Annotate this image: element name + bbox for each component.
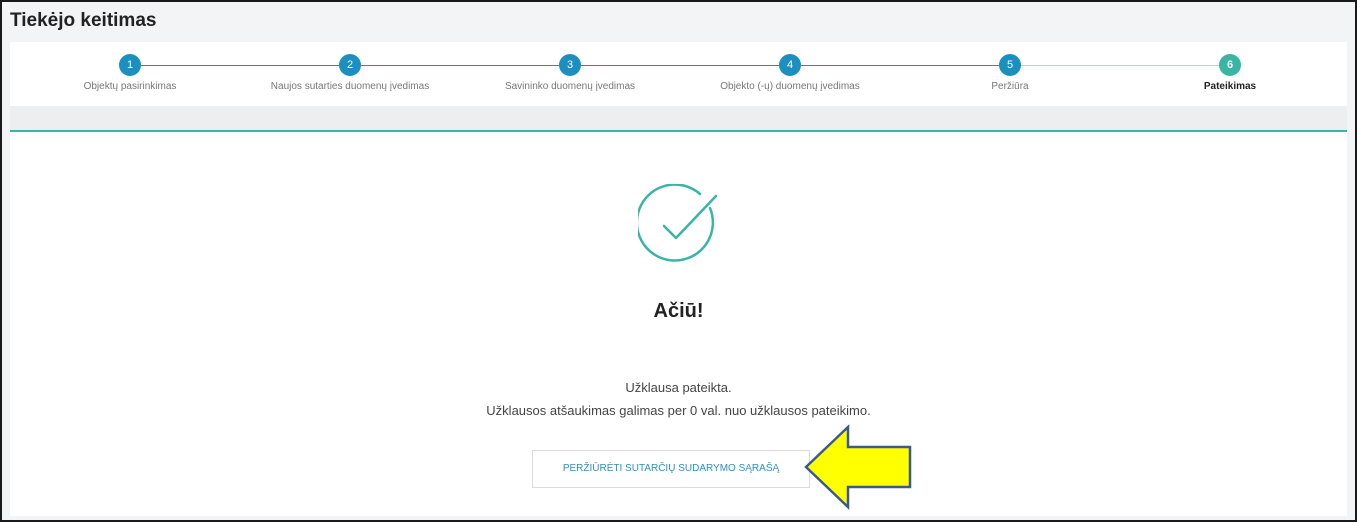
result-panel: Ačiū! Užklausa pateikta. Užklausos atšau… <box>10 130 1347 516</box>
step-4-circle: 4 <box>779 54 801 76</box>
step-2-circle: 2 <box>339 54 361 76</box>
submitted-message: Užklausa pateikta. <box>625 380 732 395</box>
step-1: 1 Objektų pasirinkimas <box>20 42 240 92</box>
thank-you-heading: Ačiū! <box>653 300 704 322</box>
step-4: 4 Objekto (-ų) duomenų įvedimas <box>680 42 900 92</box>
step-2-label: Naujos sutarties duomenų įvedimas <box>270 81 430 92</box>
step-1-label: Objektų pasirinkimas <box>83 81 177 92</box>
step-1-circle: 1 <box>119 54 141 76</box>
stepper: 1 Objektų pasirinkimas 2 Naujos sutartie… <box>10 42 1347 106</box>
step-6-label: Pateikimas <box>1203 81 1257 92</box>
window-frame: Tiekėjo keitimas 1 Objektų pasirinkimas … <box>0 0 1357 522</box>
section-band <box>10 106 1347 130</box>
step-3-circle: 3 <box>559 54 581 76</box>
page-title: Tiekėjo keitimas <box>10 10 157 31</box>
view-contracts-list-button[interactable]: PERŽIŪRĖTI SUTARČIŲ SUDARYMO SĄRAŠĄ <box>532 450 810 488</box>
yellow-arrow-icon <box>804 424 912 510</box>
step-5-label: Peržiūra <box>991 81 1029 92</box>
step-6: 6 Pateikimas <box>1120 42 1340 92</box>
step-5: 5 Peržiūra <box>900 42 1120 92</box>
step-3: 3 Savininko duomenų įvedimas <box>460 42 680 92</box>
checkmark-circle-icon <box>638 184 718 262</box>
cancellation-message: Užklausos atšaukimas galimas per 0 val. … <box>486 403 871 418</box>
step-4-label: Objekto (-ų) duomenų įvedimas <box>720 81 860 92</box>
step-6-circle: 6 <box>1219 54 1241 76</box>
step-3-label: Savininko duomenų įvedimas <box>504 81 636 92</box>
title-bar: Tiekėjo keitimas <box>2 2 1355 42</box>
step-5-circle: 5 <box>999 54 1021 76</box>
step-2: 2 Naujos sutarties duomenų įvedimas <box>240 42 460 92</box>
